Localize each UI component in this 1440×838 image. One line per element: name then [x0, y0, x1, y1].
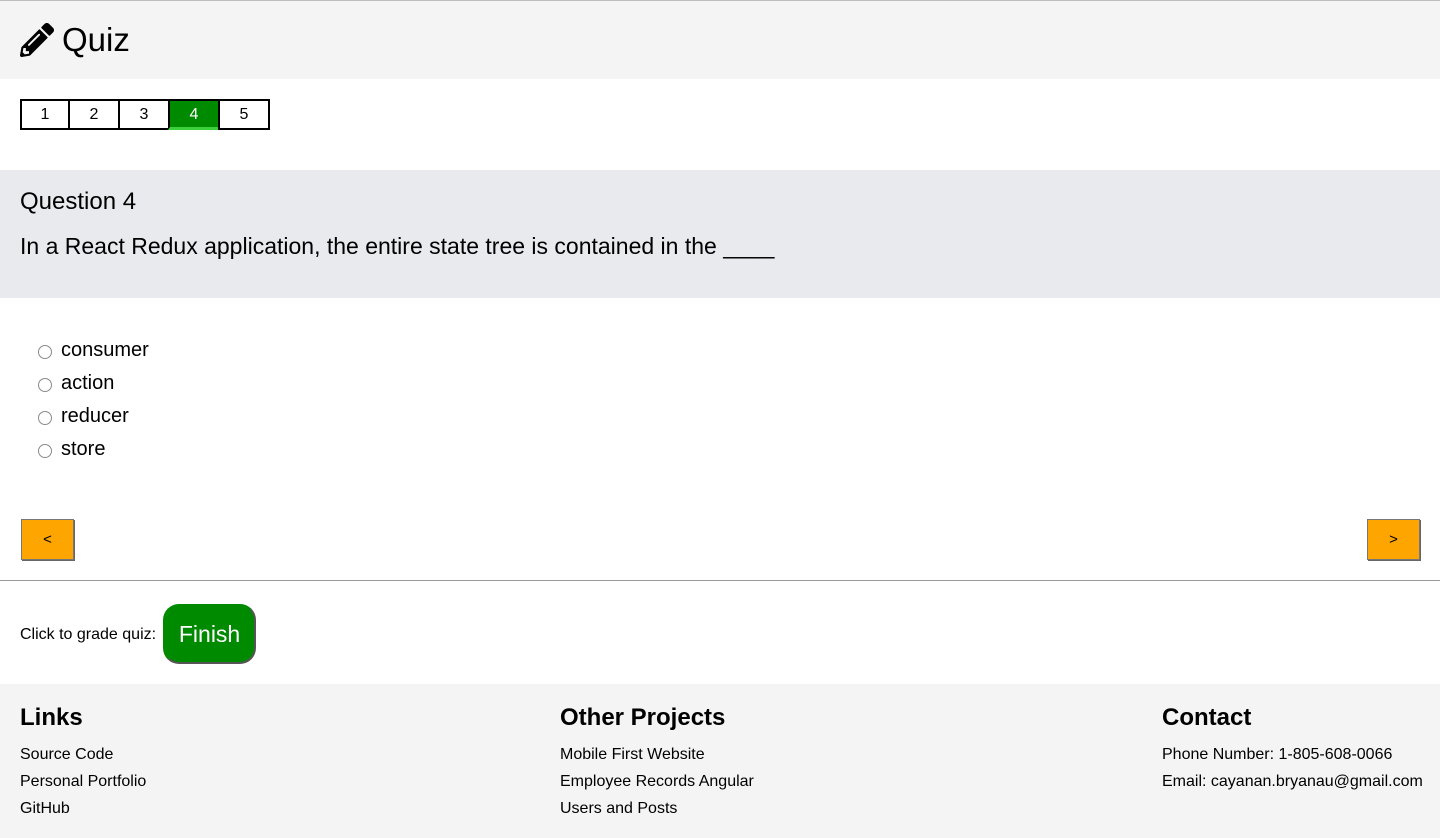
footer-projects-heading: Other Projects: [560, 704, 726, 731]
footer-projects-column: Other Projects Mobile First Website Empl…: [560, 704, 754, 822]
pencil-icon: [20, 23, 54, 57]
radio-button[interactable]: [38, 344, 52, 359]
footer-links-column: Links Source Code Personal Portfolio Git…: [20, 704, 146, 822]
page-button-4[interactable]: 4: [168, 99, 220, 130]
footer-link-personal-portfolio[interactable]: Personal Portfolio: [20, 768, 146, 795]
footer-link-mobile-first-website[interactable]: Mobile First Website: [560, 741, 754, 768]
footer-links-heading: Links: [20, 704, 83, 731]
radio-button[interactable]: [38, 377, 52, 392]
answer-option[interactable]: store: [38, 432, 149, 465]
footer-link-employee-records-angular[interactable]: Employee Records Angular: [560, 768, 754, 795]
radio-button[interactable]: [38, 443, 52, 458]
page-header: Quiz: [0, 0, 1440, 79]
option-label[interactable]: reducer: [61, 404, 129, 428]
previous-question-button[interactable]: <: [21, 519, 74, 560]
divider: [0, 580, 1440, 581]
footer-contact-heading: Contact: [1162, 704, 1252, 731]
next-question-button[interactable]: >: [1367, 519, 1420, 560]
option-label[interactable]: consumer: [61, 338, 149, 362]
footer-link-source-code[interactable]: Source Code: [20, 741, 146, 768]
footer-link-users-and-posts[interactable]: Users and Posts: [560, 795, 754, 822]
page-title: Quiz: [62, 21, 130, 58]
answer-options: consumer action reducer store: [38, 333, 149, 465]
question-number: Question 4: [20, 188, 137, 215]
answer-option[interactable]: action: [38, 366, 149, 399]
page-footer: Links Source Code Personal Portfolio Git…: [0, 684, 1440, 838]
grade-section: Click to grade quiz: Finish: [20, 604, 257, 664]
option-label[interactable]: store: [61, 437, 105, 461]
contact-email: Email: cayanan.bryanau@gmail.com: [1162, 773, 1423, 790]
contact-phone: Phone Number: 1-805-608-0066: [1162, 746, 1393, 763]
finish-button[interactable]: Finish: [163, 604, 257, 664]
question-text: In a React Redux application, the entire…: [20, 233, 775, 259]
option-label[interactable]: action: [61, 371, 114, 395]
question-pager: 1 2 3 4 5: [20, 99, 270, 130]
page-button-2[interactable]: 2: [68, 99, 120, 130]
grade-label: Click to grade quiz:: [20, 626, 157, 643]
footer-link-github[interactable]: GitHub: [20, 795, 146, 822]
question-panel: Question 4 In a React Redux application,…: [0, 170, 1440, 298]
radio-button[interactable]: [38, 410, 52, 425]
answer-option[interactable]: reducer: [38, 399, 149, 432]
answer-option[interactable]: consumer: [38, 333, 149, 366]
page-button-3[interactable]: 3: [118, 99, 170, 130]
page-button-5[interactable]: 5: [218, 99, 270, 130]
page-button-1[interactable]: 1: [20, 99, 70, 130]
footer-contact-column: Contact Phone Number: 1-805-608-0066 Ema…: [1162, 704, 1423, 795]
